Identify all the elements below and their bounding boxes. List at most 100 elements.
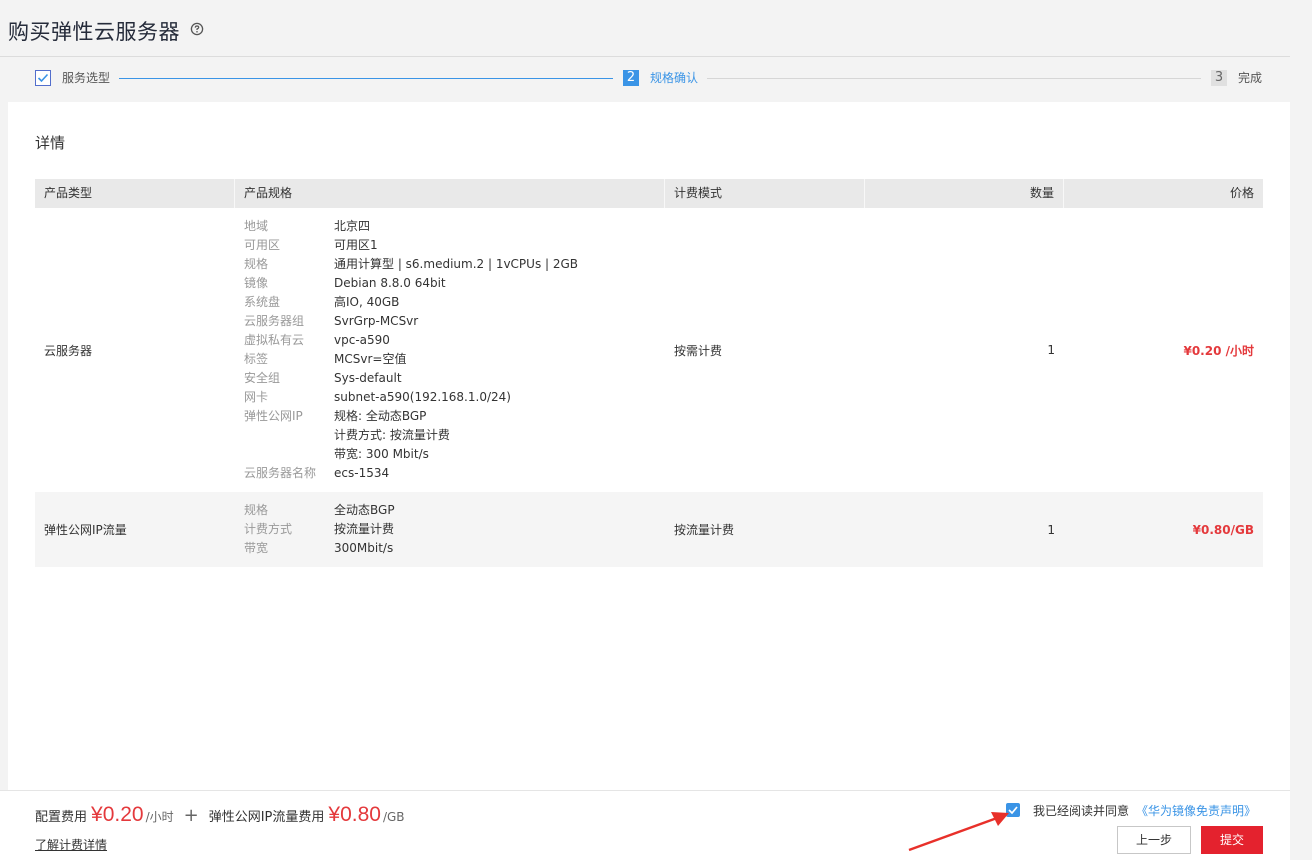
page-title: 购买弹性云服务器	[8, 20, 180, 44]
table-row: 云服务器 地域 北京四可用区 可用区1 规格 通用计算型 | s6.medium.2 |…	[35, 208, 1263, 492]
submit-button[interactable]: 提交	[1201, 826, 1263, 854]
footer-bar: 配置费用 ¥0.20 /小时 + 弹性公网IP流量费用 ¥0.80 /GB 了解…	[0, 790, 1290, 860]
product-spec: 地域 北京四可用区 可用区1 规格 通用计算型 | s6.medium.2 | 1vCP…	[235, 217, 665, 483]
spec-line: 带宽: 300 Mbit/s	[244, 445, 656, 464]
spec-key: 网卡	[244, 390, 269, 404]
details-table: 产品类型 产品规格 计费模式 数量 价格 云服务器 地域 北京四可用区 可用区1 规格…	[35, 179, 1263, 567]
spec-line: 安全组 Sys-default	[244, 369, 656, 388]
disclaimer-link[interactable]: 《华为镜像免责声明》	[1136, 802, 1256, 819]
spec-line: 可用区 可用区1	[244, 236, 656, 255]
header-price: 价格	[1229, 186, 1254, 200]
agree-text: 我已经阅读并同意	[1033, 803, 1130, 818]
step-1-check-icon	[35, 70, 51, 86]
fee-summary: 配置费用 ¥0.20 /小时 + 弹性公网IP流量费用 ¥0.80 /GB	[35, 803, 405, 833]
step-2-number: 2	[623, 70, 639, 86]
spec-value: 全动态BGP	[334, 503, 395, 517]
product-type: 弹性公网IP流量	[44, 523, 127, 537]
step-3-number: 3	[1211, 70, 1227, 86]
step-3-label: 完成	[1238, 71, 1263, 85]
quantity: 1	[1047, 343, 1055, 357]
spec-line: 计费方式 按流量计费	[244, 520, 656, 539]
spec-line: 云服务器组 SvrGrp-MCSvr	[244, 312, 656, 331]
annotation-arrow-icon	[908, 812, 1009, 852]
step-line-1	[119, 78, 613, 79]
spec-key: 规格	[244, 257, 269, 271]
help-icon[interactable]	[190, 22, 204, 36]
config-fee-amount: ¥0.20	[91, 803, 144, 826]
step-line-2	[707, 78, 1201, 79]
header-mode: 计费模式	[665, 179, 865, 208]
spec-value: Debian 8.8.0 64bit	[334, 276, 446, 290]
spec-line: 带宽 300Mbit/s	[244, 539, 656, 558]
details-title: 详情	[35, 134, 66, 152]
eip-fee-label: 弹性公网IP流量费用	[208, 810, 325, 825]
spec-key	[244, 445, 334, 464]
spec-value: 规格: 全动态BGP	[334, 409, 427, 423]
spec-value: subnet-a590(192.168.1.0/24)	[334, 390, 511, 404]
spec-key: 云服务器名称	[244, 466, 317, 480]
spec-value: 北京四	[334, 219, 371, 233]
spec-key: 地域	[244, 219, 269, 233]
spec-line: 镜像 Debian 8.8.0 64bit	[244, 274, 656, 293]
spec-value: 300Mbit/s	[334, 541, 394, 555]
spec-key: 标签	[244, 352, 269, 366]
spec-value: vpc-a590	[334, 333, 390, 347]
spec-line: 弹性公网IP 规格: 全动态BGP	[244, 407, 656, 426]
eip-fee-unit: /GB	[382, 810, 405, 824]
spec-line: 地域 北京四	[244, 217, 656, 236]
spec-value: SvrGrp-MCSvr	[334, 314, 419, 328]
spec-value: 高IO, 40GB	[334, 295, 400, 309]
step-2-label: 规格确认	[650, 71, 699, 85]
header-spec: 产品规格	[235, 179, 665, 208]
spec-value: 带宽: 300 Mbit/s	[334, 447, 429, 461]
page-header: 购买弹性云服务器	[0, 0, 1290, 57]
price: ¥0.80/GB	[1192, 522, 1254, 537]
spec-key: 规格	[244, 503, 269, 517]
details-card: 详情 产品类型 产品规格 计费模式 数量 价格 云服务器 地域 北京四 可用区 可用区…	[8, 102, 1290, 790]
spec-list: 规格 全动态BGP 计费方式 按流量计费带宽 300Mbit/s	[244, 501, 656, 558]
config-fee-unit: /小时	[145, 810, 174, 824]
spec-line: 系统盘 高IO, 40GB	[244, 293, 656, 312]
spec-value: 通用计算型 | s6.medium.2 | 1vCPUs | 2GB	[334, 257, 579, 271]
spec-key: 带宽	[244, 541, 269, 555]
spec-line: 云服务器名称 ecs-1534	[244, 464, 656, 483]
billing-mode: 按需计费	[674, 343, 723, 358]
spec-key: 可用区	[244, 238, 281, 252]
steps-bar: 服务选型 2 规格确认 3 完成	[0, 58, 1290, 100]
spec-key	[244, 426, 334, 445]
spec-value: 计费方式: 按流量计费	[334, 428, 450, 442]
spec-line: 虚拟私有云 vpc-a590	[244, 331, 656, 350]
product-spec: 规格 全动态BGP 计费方式 按流量计费带宽 300Mbit/s	[235, 501, 665, 558]
spec-line: 规格 全动态BGP	[244, 501, 656, 520]
spec-value: Sys-default	[334, 371, 402, 385]
eip-fee-amount: ¥0.80	[328, 803, 381, 826]
spec-line: 网卡 subnet-a590(192.168.1.0/24)	[244, 388, 656, 407]
product-type: 云服务器	[44, 343, 93, 358]
spec-line: 规格 通用计算型 | s6.medium.2 | 1vCPUs | 2GB	[244, 255, 656, 274]
plus-sign: +	[183, 805, 199, 826]
spec-key: 弹性公网IP	[244, 409, 303, 423]
spec-value: ecs-1534	[334, 466, 390, 480]
agreement: 我已经阅读并同意 《华为镜像免责声明》	[1006, 801, 1256, 819]
spec-key: 云服务器组	[244, 314, 305, 328]
header-qty: 数量	[865, 179, 1064, 208]
billing-mode: 按流量计费	[674, 523, 735, 537]
billing-details-link[interactable]: 了解计费详情	[35, 836, 107, 853]
previous-step-button[interactable]: 上一步	[1117, 826, 1191, 854]
spec-key: 虚拟私有云	[244, 333, 305, 347]
spec-line: 标签 MCSvr=空值	[244, 350, 656, 369]
quantity: 1	[1047, 522, 1055, 537]
spec-value: 按流量计费	[334, 522, 395, 536]
config-fee-label: 配置费用	[35, 810, 88, 825]
spec-list: 地域 北京四可用区 可用区1 规格 通用计算型 | s6.medium.2 | 1vCP…	[244, 217, 656, 483]
spec-key: 系统盘	[244, 295, 281, 309]
spec-line: 计费方式: 按流量计费	[244, 426, 656, 445]
table-header: 产品类型 产品规格 计费模式 数量 价格	[35, 179, 1263, 208]
spec-value: MCSvr=空值	[334, 352, 407, 366]
spec-value: 可用区1	[334, 238, 378, 252]
spec-key: 计费方式	[244, 522, 293, 536]
spec-key: 安全组	[244, 371, 281, 385]
step-1-label: 服务选型	[62, 71, 111, 85]
price: ¥0.20 /小时	[1183, 343, 1254, 358]
spec-key: 镜像	[244, 276, 269, 290]
